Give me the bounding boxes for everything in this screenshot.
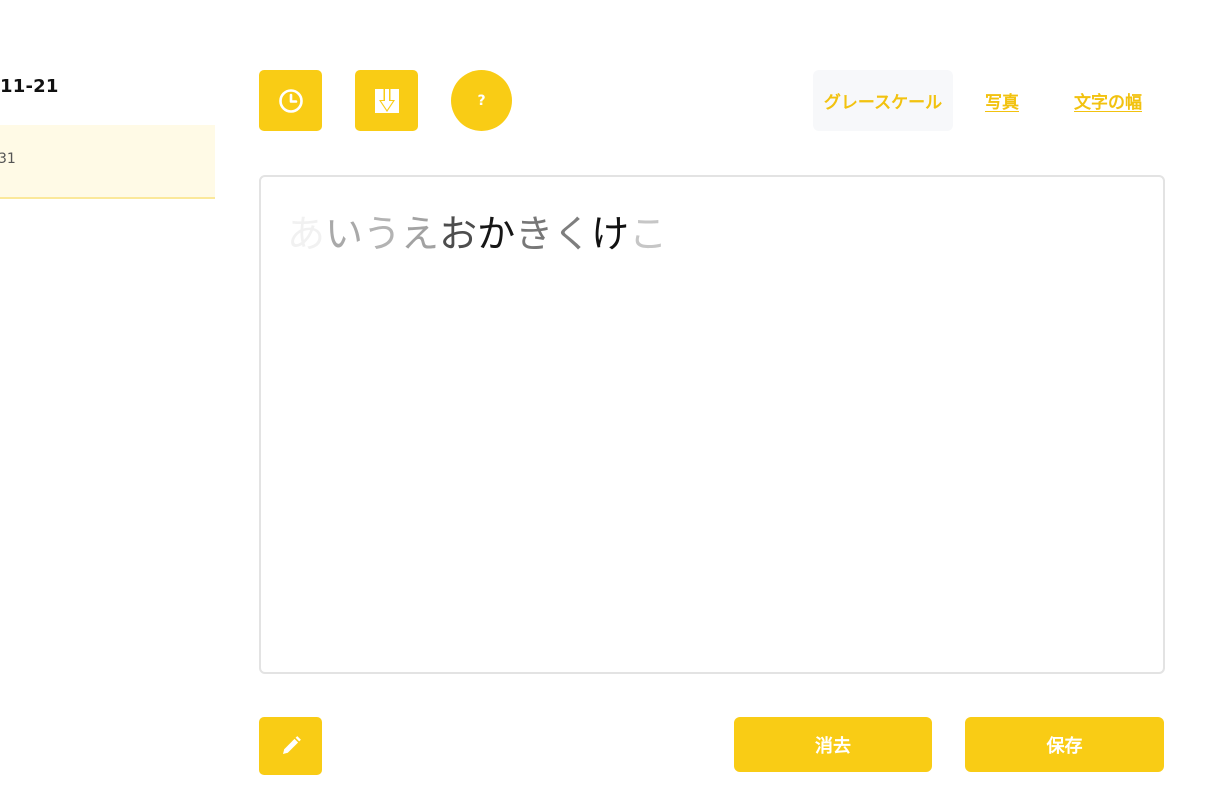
edit-button[interactable] [259, 717, 322, 775]
editor-char: か [477, 212, 516, 256]
editor-char: こ [629, 212, 668, 256]
clear-button-label: 消去 [815, 735, 851, 757]
help-button[interactable]: ? [451, 70, 512, 131]
tab-grayscale[interactable]: グレースケール [813, 70, 953, 131]
sidebar-entry-selected[interactable]: 31 [0, 125, 215, 199]
editor-char: い [325, 212, 364, 256]
tab-photo-label: 写真 [985, 93, 1019, 113]
help-icon: ? [477, 92, 486, 109]
editor-char: き [515, 212, 554, 256]
editor-char: え [401, 212, 440, 256]
clear-button[interactable]: 消去 [734, 717, 932, 772]
clock-icon [278, 88, 303, 113]
editor-char: お [439, 212, 478, 256]
tab-character-width[interactable]: 文字の幅 [1062, 70, 1154, 131]
sidebar: 11-21 31 [0, 0, 215, 811]
pencil-icon [282, 736, 301, 754]
download-icon [374, 88, 399, 113]
tab-character-width-label: 文字の幅 [1074, 93, 1142, 113]
editor-char: け [591, 212, 630, 256]
download-button[interactable] [355, 70, 418, 131]
sidebar-date-heading: 11-21 [0, 76, 59, 97]
editor-text-content: あいうえおかきくけこ [287, 211, 667, 257]
sidebar-entry-label: 31 [0, 151, 16, 167]
history-button[interactable] [259, 70, 322, 131]
save-button[interactable]: 保存 [965, 717, 1164, 772]
editor-char: く [553, 212, 592, 256]
editor-char: あ [287, 212, 326, 256]
save-button-label: 保存 [1046, 735, 1083, 757]
editor-char: う [363, 212, 402, 256]
tab-photo[interactable]: 写真 [972, 70, 1032, 131]
text-editor[interactable]: あいうえおかきくけこ [259, 175, 1165, 674]
tab-grayscale-label: グレースケール [823, 93, 943, 113]
app-root: 11-21 31 ? グレースケール 写真 文字の幅 あいうえおかきくけこ 消去… [0, 0, 1217, 811]
